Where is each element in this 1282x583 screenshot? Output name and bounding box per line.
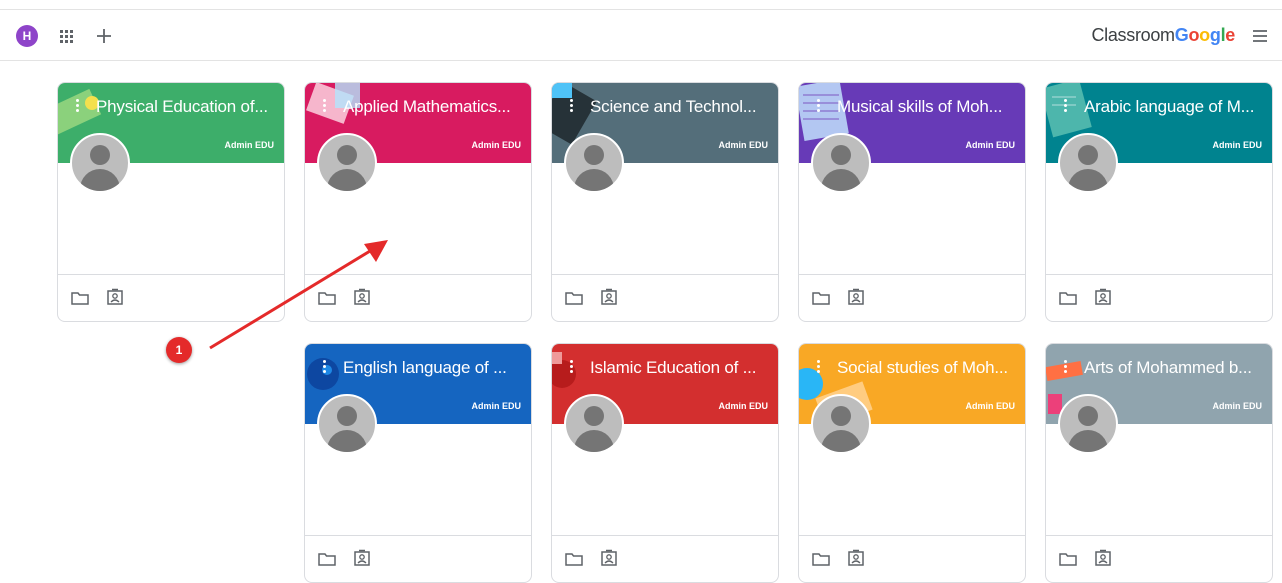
class-title[interactable]: Arabic language of M... bbox=[1084, 97, 1262, 117]
google-letter: g bbox=[1209, 25, 1221, 45]
class-card-footer bbox=[305, 535, 531, 582]
folder-icon[interactable] bbox=[1059, 290, 1077, 306]
teacher-avatar bbox=[317, 133, 377, 193]
teacher-avatar bbox=[811, 394, 871, 454]
folder-icon[interactable] bbox=[1059, 551, 1077, 567]
portfolio-icon[interactable] bbox=[600, 288, 618, 306]
teacher-avatar bbox=[1058, 394, 1118, 454]
more-options-icon[interactable] bbox=[568, 97, 574, 115]
class-title[interactable]: Musical skills of Moh... bbox=[837, 97, 1015, 117]
class-title[interactable]: Islamic Education of ... bbox=[590, 358, 768, 378]
portfolio-icon[interactable] bbox=[106, 288, 124, 306]
portfolio-icon[interactable] bbox=[1094, 288, 1112, 306]
google-letter: o bbox=[1188, 25, 1200, 45]
portfolio-icon[interactable] bbox=[847, 288, 865, 306]
class-card[interactable]: Social studies of Moh... Admin EDU bbox=[798, 343, 1026, 583]
folder-icon[interactable] bbox=[565, 290, 583, 306]
portfolio-icon[interactable] bbox=[600, 549, 618, 567]
class-owner[interactable]: Admin EDU bbox=[1213, 140, 1263, 150]
class-owner[interactable]: Admin EDU bbox=[1213, 401, 1263, 411]
account-avatar[interactable]: H bbox=[16, 25, 38, 47]
class-card[interactable]: Islamic Education of ... Admin EDU bbox=[551, 343, 779, 583]
folder-icon[interactable] bbox=[812, 290, 830, 306]
class-owner[interactable]: Admin EDU bbox=[966, 401, 1016, 411]
class-card[interactable]: Arts of Mohammed b... Admin EDU bbox=[1045, 343, 1273, 583]
folder-icon[interactable] bbox=[812, 551, 830, 567]
apps-icon[interactable] bbox=[57, 27, 75, 45]
more-options-icon[interactable] bbox=[321, 97, 327, 115]
folder-icon[interactable] bbox=[565, 551, 583, 567]
class-card-footer bbox=[1046, 535, 1272, 582]
teacher-avatar bbox=[564, 394, 624, 454]
class-card-footer bbox=[552, 535, 778, 582]
more-options-icon[interactable] bbox=[1062, 97, 1068, 115]
class-card-footer bbox=[552, 274, 778, 321]
teacher-avatar bbox=[811, 133, 871, 193]
class-owner[interactable]: Admin EDU bbox=[719, 140, 769, 150]
class-card-footer bbox=[1046, 274, 1272, 321]
teacher-avatar bbox=[317, 394, 377, 454]
portfolio-icon[interactable] bbox=[353, 549, 371, 567]
class-card[interactable]: Science and Technol... Admin EDU bbox=[551, 82, 779, 322]
class-title[interactable]: Arts of Mohammed b... bbox=[1084, 358, 1262, 378]
more-options-icon[interactable] bbox=[74, 97, 80, 115]
google-wordmark: Google bbox=[1174, 25, 1236, 45]
more-options-icon[interactable] bbox=[815, 358, 821, 376]
add-icon[interactable] bbox=[94, 26, 114, 46]
class-title[interactable]: Physical Education of... bbox=[96, 97, 274, 117]
google-letter: o bbox=[1199, 25, 1210, 45]
top-app-bar: H ClassroomGoogle bbox=[0, 9, 1282, 61]
class-owner[interactable]: Admin EDU bbox=[966, 140, 1016, 150]
class-owner[interactable]: Admin EDU bbox=[225, 140, 275, 150]
class-card[interactable]: English language of ... Admin EDU bbox=[304, 343, 532, 583]
google-letter: e bbox=[1225, 25, 1235, 45]
annotation-arrow bbox=[209, 240, 388, 350]
brand-word: Classroom bbox=[1091, 25, 1175, 45]
google-letter: G bbox=[1174, 25, 1189, 45]
class-title[interactable]: Applied Mathematics... bbox=[343, 97, 521, 117]
folder-icon[interactable] bbox=[71, 290, 89, 306]
teacher-avatar bbox=[564, 133, 624, 193]
teacher-avatar bbox=[1058, 133, 1118, 193]
class-owner[interactable]: Admin EDU bbox=[472, 140, 522, 150]
class-card-footer bbox=[799, 274, 1025, 321]
folder-icon[interactable] bbox=[318, 551, 336, 567]
more-options-icon[interactable] bbox=[1062, 358, 1068, 376]
class-title[interactable]: Social studies of Moh... bbox=[837, 358, 1015, 378]
class-card-footer bbox=[799, 535, 1025, 582]
menu-icon[interactable] bbox=[1252, 28, 1268, 44]
portfolio-icon[interactable] bbox=[1094, 549, 1112, 567]
annotation-step-badge: 1 bbox=[166, 337, 192, 363]
class-card[interactable]: Musical skills of Moh... Admin EDU bbox=[798, 82, 1026, 322]
class-card[interactable]: Arabic language of M... Admin EDU bbox=[1045, 82, 1273, 322]
more-options-icon[interactable] bbox=[568, 358, 574, 376]
more-options-icon[interactable] bbox=[815, 97, 821, 115]
class-title[interactable]: English language of ... bbox=[343, 358, 521, 378]
class-title[interactable]: Science and Technol... bbox=[590, 97, 768, 117]
class-owner[interactable]: Admin EDU bbox=[719, 401, 769, 411]
brand-logo: ClassroomGoogle bbox=[1091, 25, 1235, 46]
class-owner[interactable]: Admin EDU bbox=[472, 401, 522, 411]
teacher-avatar bbox=[70, 133, 130, 193]
more-options-icon[interactable] bbox=[321, 358, 327, 376]
portfolio-icon[interactable] bbox=[847, 549, 865, 567]
